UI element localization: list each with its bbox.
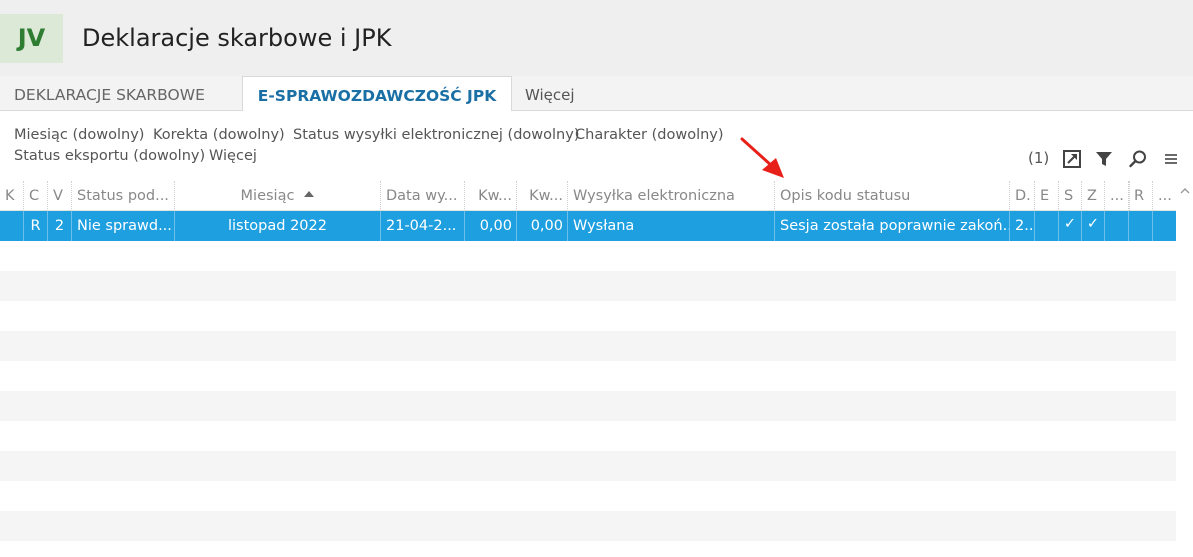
app-badge[interactable]: JV <box>0 14 63 63</box>
cell-e <box>1035 211 1059 241</box>
filter-correction[interactable]: Korekta (dowolny) <box>153 127 285 143</box>
column-header-month[interactable]: Miesiąc <box>175 181 381 211</box>
cell-v: 2 <box>48 211 72 241</box>
empty-row <box>0 421 1176 451</box>
tab-more[interactable]: Więcej <box>525 76 575 111</box>
filter-icon[interactable] <box>1094 149 1114 169</box>
empty-row <box>0 481 1176 511</box>
data-grid: K C V Status pod... Miesiąc Data wy... K… <box>0 181 1176 557</box>
column-header-e[interactable]: E <box>1035 181 1059 211</box>
column-header-date[interactable]: Data wy... <box>381 181 465 211</box>
tab-deklaracje-skarbowe[interactable]: DEKLARACJE SKARBOWE <box>14 76 205 111</box>
cell-d: 2.. <box>1010 211 1035 241</box>
cell-more-1 <box>1105 211 1129 241</box>
search-icon[interactable] <box>1128 149 1148 169</box>
tab-e-sprawozdawczosc-jpk[interactable]: E-SPRAWOZDAWCZOŚĆ JPK <box>242 76 512 112</box>
column-header-s[interactable]: S <box>1059 181 1082 211</box>
grid-header: K C V Status pod... Miesiąc Data wy... K… <box>0 181 1176 211</box>
column-header-d[interactable]: D. <box>1010 181 1035 211</box>
tab-bar: DEKLARACJE SKARBOWE E-SPRAWOZDAWCZOŚĆ JP… <box>0 76 1193 112</box>
column-header-month-label: Miesiąc <box>240 188 295 204</box>
filter-electronic-send-status[interactable]: Status wysyłki elektronicznej (dowolny) <box>293 127 579 143</box>
checkmark-icon: ✓ <box>1082 211 1105 241</box>
record-count: (1) <box>1028 149 1050 167</box>
sort-ascending-icon <box>304 191 315 197</box>
cell-r <box>1129 211 1153 241</box>
column-header-amount-2[interactable]: Kw... <box>517 181 568 211</box>
empty-row <box>0 361 1176 391</box>
empty-row <box>0 391 1176 421</box>
scroll-up-icon[interactable] <box>1180 186 1190 196</box>
cell-amount-1: 0,00 <box>465 211 517 241</box>
cell-k <box>0 211 24 241</box>
column-header-more-1[interactable]: ... <box>1105 181 1129 211</box>
cell-amount-2: 0,00 <box>517 211 568 241</box>
empty-row <box>0 241 1176 271</box>
column-header-amount-1[interactable]: Kw... <box>465 181 517 211</box>
cell-date: 21-04-2... <box>381 211 465 241</box>
cell-status-description: Sesja została poprawnie zakoń... <box>775 211 1010 241</box>
cell-more-2 <box>1153 211 1176 241</box>
column-header-c[interactable]: C <box>24 181 48 211</box>
checkmark-icon: ✓ <box>1059 211 1082 241</box>
cell-c: R <box>24 211 48 241</box>
column-header-v[interactable]: V <box>48 181 72 211</box>
app-header: JV Deklaracje skarbowe i JPK <box>0 0 1193 76</box>
empty-row <box>0 271 1176 301</box>
column-header-electronic-send[interactable]: Wysyłka elektroniczna <box>568 181 775 211</box>
column-header-status-description[interactable]: Opis kodu statusu <box>775 181 1010 211</box>
table-row[interactable]: R 2 Nie sprawd... listopad 2022 21-04-2.… <box>0 211 1176 241</box>
export-icon[interactable] <box>1062 149 1082 169</box>
page-title: Deklaracje skarbowe i JPK <box>82 24 392 52</box>
empty-row <box>0 301 1176 331</box>
column-header-r[interactable]: R <box>1129 181 1153 211</box>
column-header-z[interactable]: Z <box>1082 181 1105 211</box>
annotation-arrow-icon <box>740 137 784 178</box>
cell-status: Nie sprawd... <box>72 211 175 241</box>
empty-row <box>0 511 1176 541</box>
column-header-k[interactable]: K <box>0 181 24 211</box>
filter-bar: Miesiąc (dowolny) Korekta (dowolny) Stat… <box>0 111 1193 181</box>
menu-icon[interactable] <box>1161 149 1181 169</box>
empty-row <box>0 331 1176 361</box>
filter-export-status[interactable]: Status eksportu (dowolny) <box>14 148 205 164</box>
column-header-more-2[interactable]: ... <box>1153 181 1176 211</box>
cell-electronic-send: Wysłana <box>568 211 775 241</box>
empty-row <box>0 451 1176 481</box>
filter-character[interactable]: Charakter (dowolny) <box>575 127 724 143</box>
filter-month[interactable]: Miesiąc (dowolny) <box>14 127 144 143</box>
empty-row <box>0 541 1176 557</box>
cell-month: listopad 2022 <box>175 211 381 241</box>
filter-more[interactable]: Więcej <box>209 148 257 164</box>
column-header-status[interactable]: Status pod... <box>72 181 175 211</box>
